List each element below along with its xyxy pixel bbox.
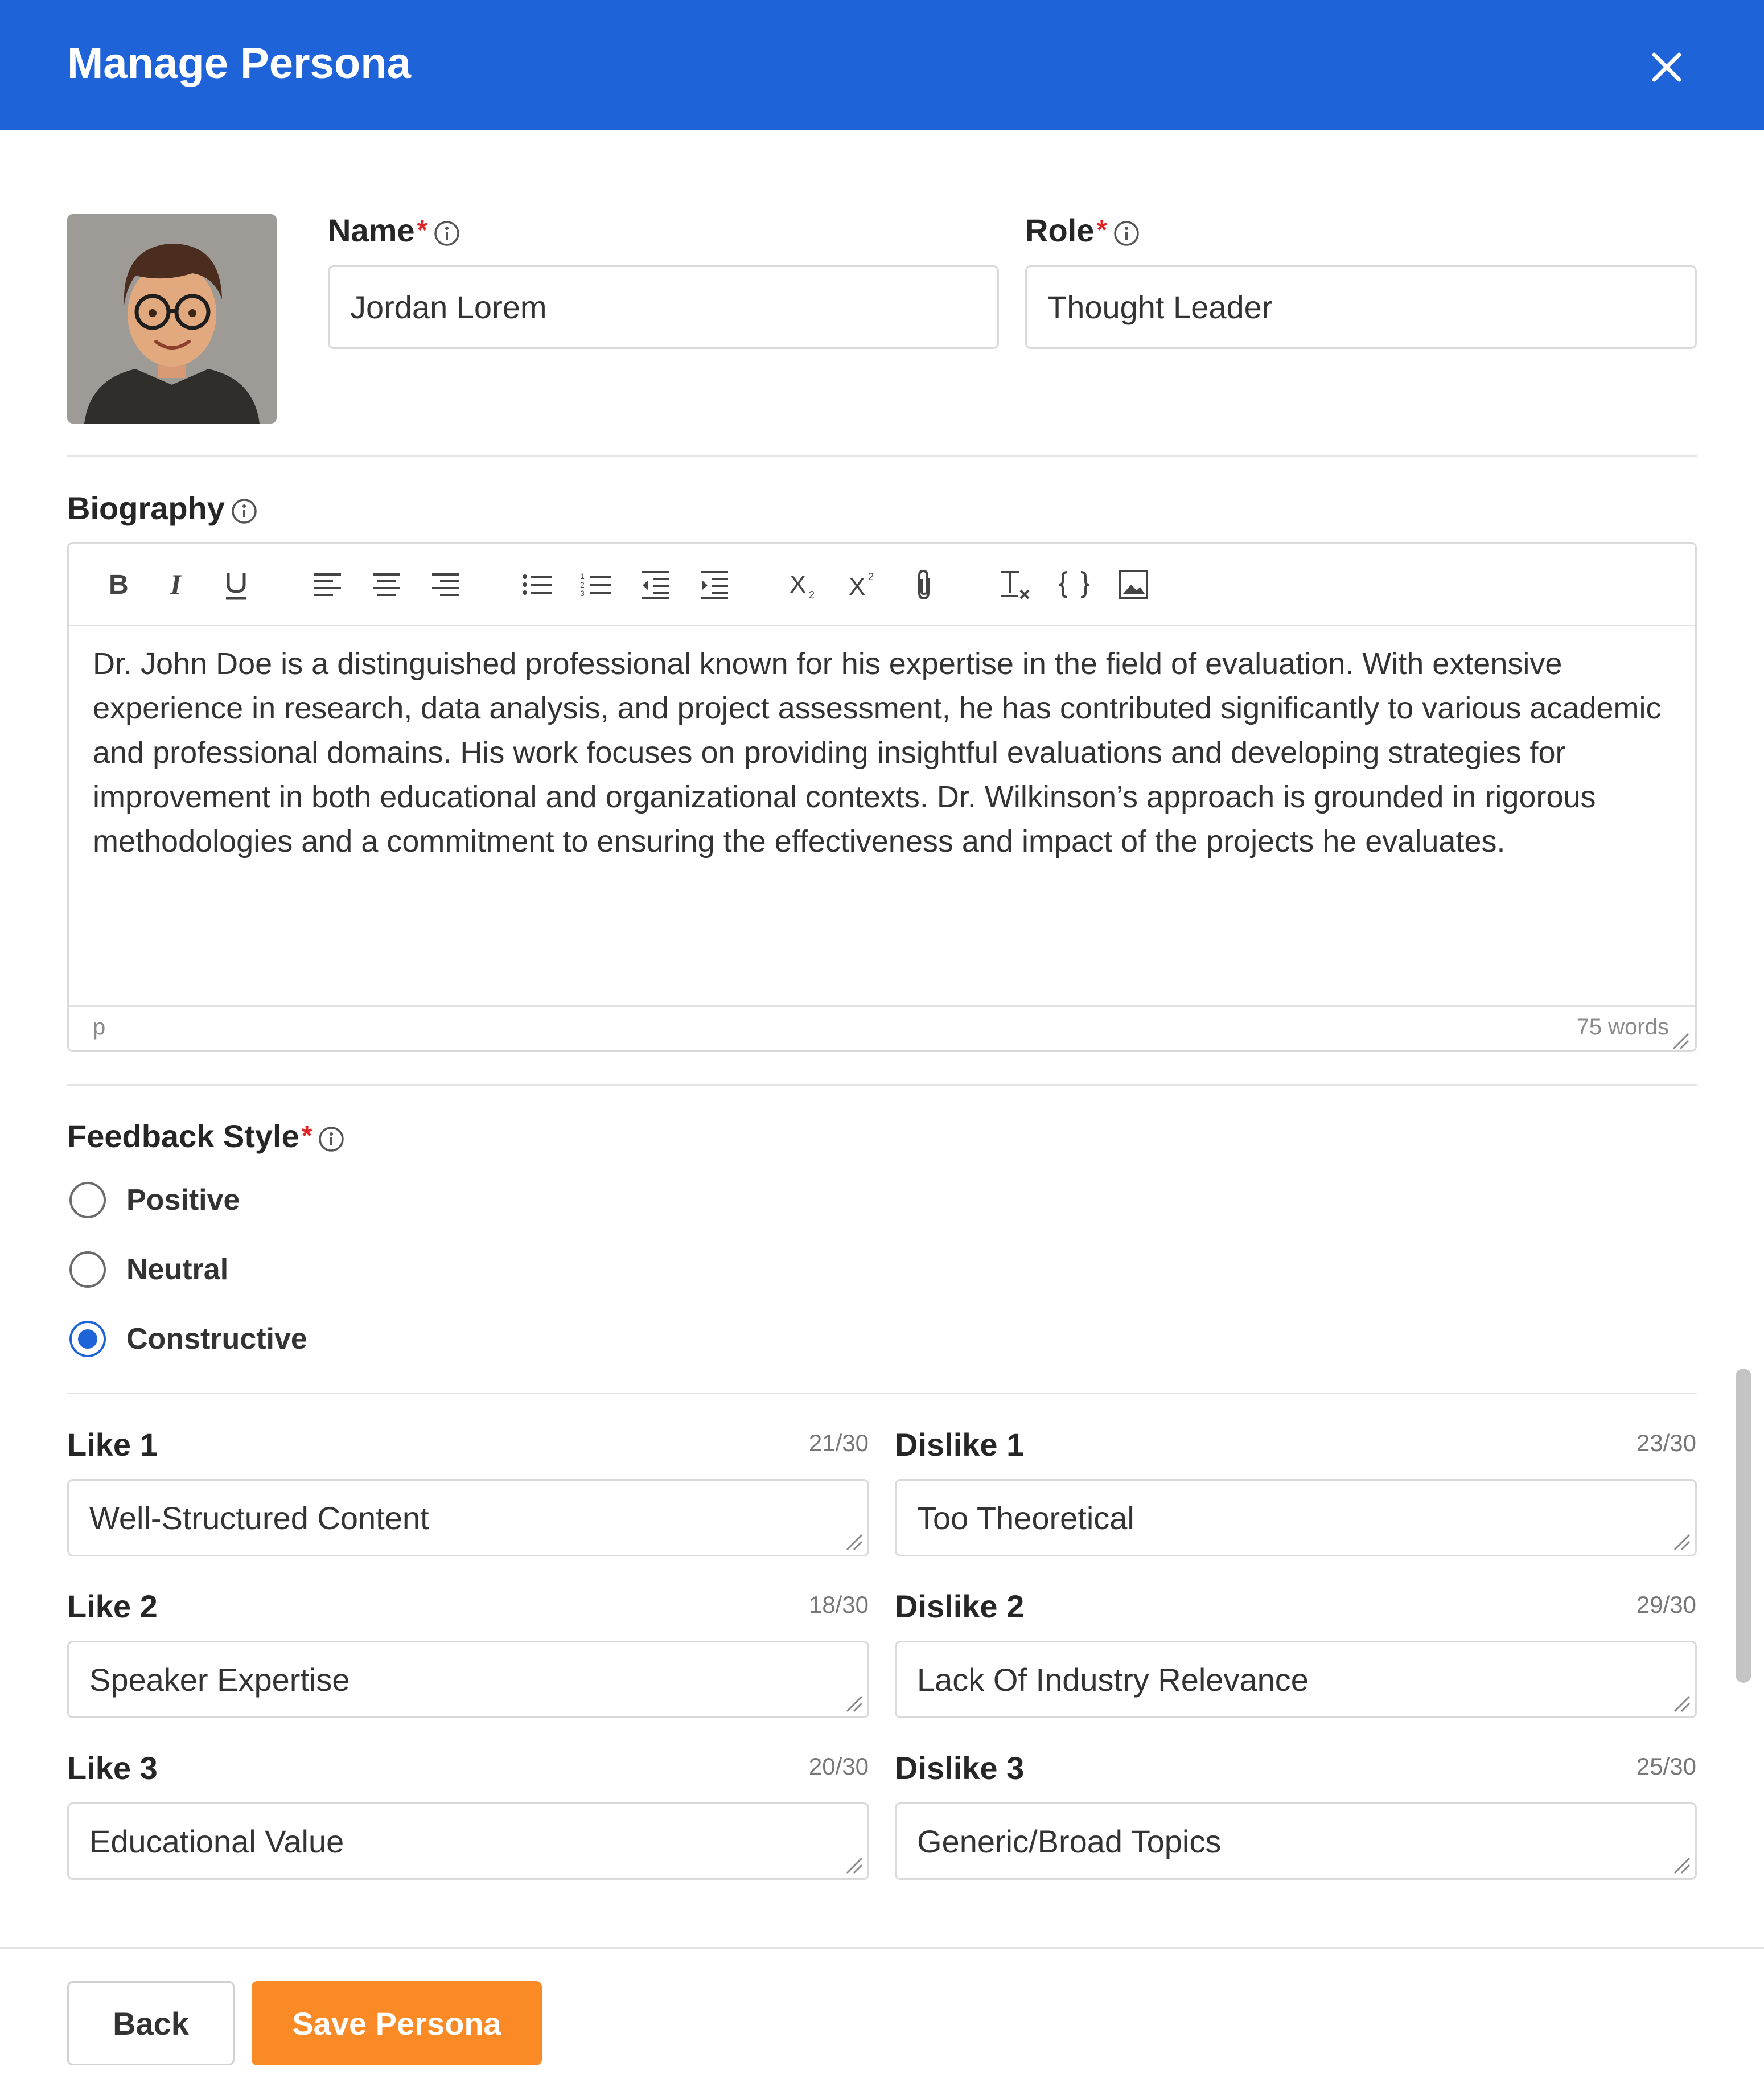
info-icon[interactable] [433,217,460,246]
close-icon[interactable] [1639,40,1694,95]
biography-editor[interactable]: B I 123 X2 X2 Dr. John Doe is a distingu… [67,542,1697,1052]
svg-text:2: 2 [580,580,585,589]
like-3-input[interactable]: Educational Value [67,1802,869,1880]
dislike-2-label: Dislike 2 [895,1588,1025,1624]
avatar[interactable] [67,214,277,424]
like-2-label: Like 2 [67,1588,158,1624]
like-2-counter: 18/30 [808,1591,869,1618]
radio-label-constructive[interactable]: Constructive [126,1321,307,1357]
attachment-icon[interactable] [907,568,941,602]
svg-text:I: I [170,568,182,600]
like-2-input[interactable]: Speaker Expertise [67,1641,869,1718]
like-3-counter: 20/30 [808,1753,869,1780]
resize-handle-icon[interactable] [844,1531,864,1552]
radio-label-positive[interactable]: Positive [126,1182,240,1218]
code-icon[interactable] [1057,568,1091,602]
radio-positive[interactable] [69,1182,106,1218]
svg-text:2: 2 [809,589,815,601]
dislike-2-counter: 29/30 [1636,1591,1696,1618]
like-1-counter: 21/30 [808,1430,869,1456]
outdent-icon[interactable] [638,568,672,602]
svg-text:3: 3 [580,589,585,598]
bold-icon[interactable]: B [101,568,135,602]
like-1-input[interactable]: Well-Structured Content [67,1479,869,1556]
divider [67,1084,1697,1086]
image-icon[interactable] [1116,568,1150,602]
resize-handle-icon[interactable] [1671,1531,1692,1552]
dislike-2-input[interactable]: Lack Of Industry Relevance [895,1641,1697,1718]
resize-handle-icon[interactable] [1670,1030,1691,1051]
svg-text:X: X [849,573,865,601]
role-label: Role* [1025,211,1140,250]
bullet-list-icon[interactable] [520,568,554,602]
name-label: Name* [328,211,460,250]
scrollbar-thumb[interactable] [1736,1369,1751,1683]
editor-statusbar: p 75 words [69,1005,1695,1052]
biography-text[interactable]: Dr. John Doe is a distinguished professi… [93,642,1675,864]
radio-label-neutral[interactable]: Neutral [126,1251,228,1288]
resize-handle-icon[interactable] [1671,1855,1692,1875]
align-right-icon[interactable] [429,568,463,602]
modal-title: Manage Persona [67,39,411,88]
dislike-1-label: Dislike 1 [895,1427,1025,1463]
resize-handle-icon[interactable] [844,1855,864,1875]
element-path: p [93,1014,106,1040]
svg-text:1: 1 [580,572,585,581]
italic-icon[interactable]: I [160,568,194,602]
info-icon[interactable] [318,1123,345,1152]
resize-handle-icon[interactable] [1671,1693,1692,1714]
svg-text:2: 2 [868,571,874,582]
feedback-style-label: Feedback Style* [67,1117,345,1156]
numbered-list-icon[interactable]: 123 [579,568,613,602]
save-persona-button[interactable]: Save Persona [252,1981,542,2065]
superscript-icon[interactable]: X2 [848,568,882,602]
indent-icon[interactable] [697,568,731,602]
required-mark: * [1096,215,1108,245]
like-1-label: Like 1 [67,1427,158,1463]
radio-neutral[interactable] [69,1251,106,1288]
radio-constructive[interactable] [69,1321,106,1357]
svg-text:B: B [109,570,129,600]
back-button[interactable]: Back [67,1981,235,2065]
info-icon[interactable] [231,495,258,524]
modal-header: Manage Persona [0,0,1764,130]
align-center-icon[interactable] [369,568,404,602]
biography-label: Biography [67,489,258,528]
divider [67,455,1697,457]
dislike-1-input[interactable]: Too Theoretical [895,1479,1697,1556]
svg-text:X: X [790,570,806,598]
footer-divider [0,1947,1764,1949]
align-left-icon[interactable] [310,568,344,602]
required-mark: * [417,215,428,245]
dislike-3-input[interactable]: Generic/Broad Topics [895,1802,1697,1880]
name-input[interactable]: Jordan Lorem [328,265,999,349]
role-input[interactable]: Thought Leader [1025,265,1697,349]
clear-format-icon[interactable] [998,568,1032,602]
word-count: 75 words [1576,1014,1669,1040]
resize-handle-icon[interactable] [844,1693,864,1714]
required-mark: * [301,1121,312,1151]
editor-toolbar: B I 123 X2 X2 [69,544,1695,626]
like-3-label: Like 3 [67,1750,158,1786]
underline-icon[interactable] [219,568,253,602]
info-icon[interactable] [1113,217,1140,246]
dislike-3-label: Dislike 3 [895,1750,1025,1786]
divider [67,1393,1697,1394]
subscript-icon[interactable]: X2 [788,568,823,602]
dislike-1-counter: 23/30 [1636,1430,1696,1456]
dislike-3-counter: 25/30 [1636,1753,1696,1780]
